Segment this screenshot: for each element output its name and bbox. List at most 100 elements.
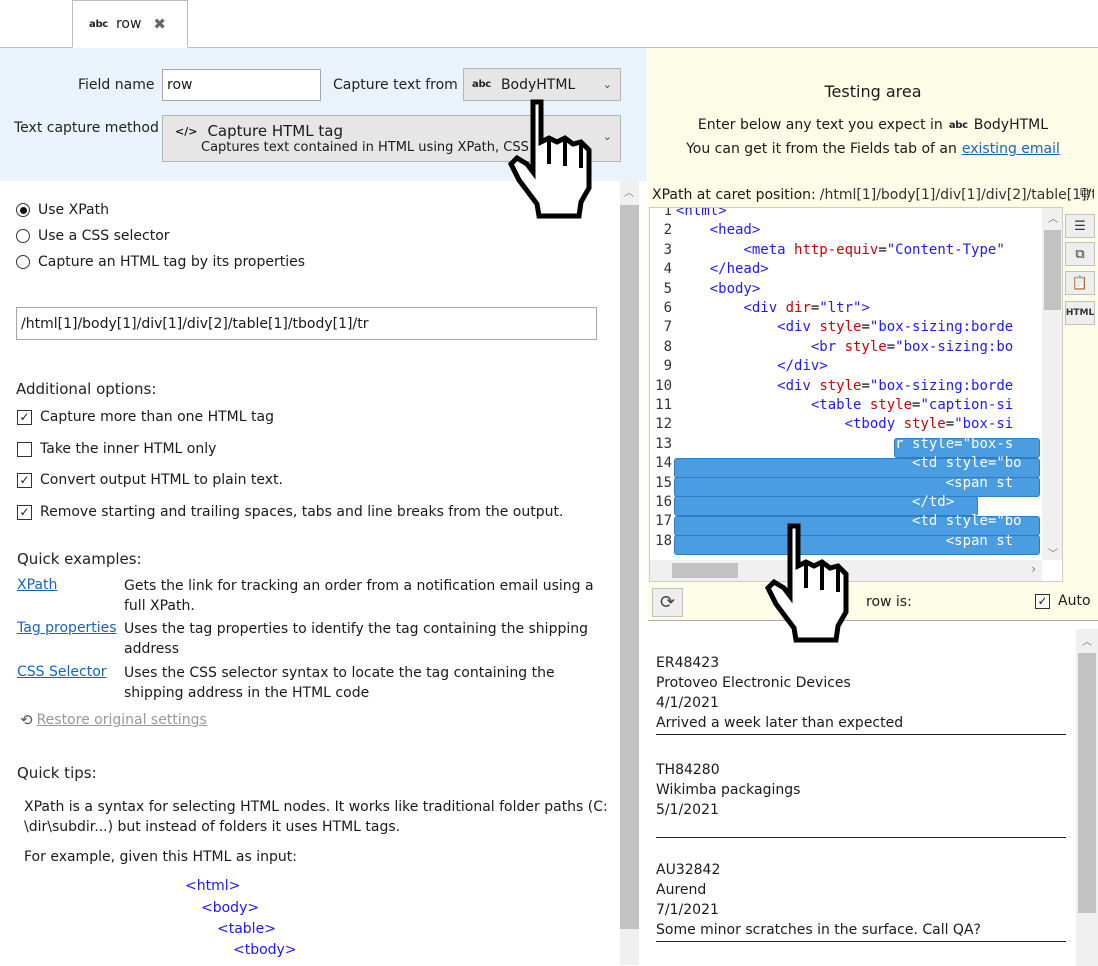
example-table-line: <table> bbox=[217, 921, 276, 937]
code-token: <tbody bbox=[844, 416, 904, 433]
close-icon[interactable]: ✖ bbox=[153, 15, 166, 33]
code-token: <body> bbox=[709, 280, 761, 297]
option-inner-html[interactable]: Take the inner HTML only bbox=[17, 441, 216, 457]
scroll-thumb[interactable] bbox=[1044, 230, 1061, 310]
method-subtitle: Captures text contained in HTML using XP… bbox=[201, 140, 529, 155]
line-number: 1 bbox=[663, 207, 672, 219]
code-token: "box-sizing:borde bbox=[869, 377, 1014, 394]
radio-tag-properties[interactable]: Capture an HTML tag by its properties bbox=[16, 254, 305, 270]
copy-icon[interactable]: ⧉ bbox=[1065, 242, 1095, 266]
line-number: 9 bbox=[663, 358, 672, 375]
radio-css-selector[interactable]: Use a CSS selector bbox=[16, 228, 170, 244]
radio-label: Use XPath bbox=[38, 202, 109, 218]
line-number: 8 bbox=[663, 338, 672, 355]
xpath-input[interactable]: /html[1]/body[1]/div[1]/div[2]/table[1]/… bbox=[16, 307, 597, 340]
line-number: 18 bbox=[655, 532, 672, 549]
tab-label: row bbox=[115, 16, 142, 32]
undo-icon: ⟲ bbox=[20, 711, 33, 729]
scroll-thumb[interactable] bbox=[620, 205, 639, 929]
code-token: st bbox=[996, 474, 1014, 491]
record-line bbox=[656, 820, 1066, 840]
option-plain-text[interactable]: ✓ Convert output HTML to plain text. bbox=[17, 472, 283, 488]
caret-label: XPath at caret position: bbox=[652, 187, 816, 203]
code-token: = bbox=[886, 338, 896, 355]
scroll-down-icon[interactable]: ﹀ bbox=[1048, 545, 1058, 560]
capture-from-value: BodyHTML bbox=[500, 76, 576, 93]
code-line: <head> bbox=[676, 222, 761, 238]
code-token: <tr bbox=[878, 435, 913, 452]
code-line: <div dir="ltr"> bbox=[676, 300, 869, 316]
editor-vscroll[interactable]: ︿ ﹀ bbox=[1042, 208, 1062, 560]
desc-line: Gets the link for tracking an order from… bbox=[124, 578, 594, 594]
paste-icon[interactable]: 📋 bbox=[1065, 271, 1095, 295]
capture-from-dropdown[interactable]: abc BodyHTML ⌄ bbox=[463, 68, 621, 101]
option-label: Capture more than one HTML tag bbox=[40, 409, 274, 425]
code-line: <table style="caption-si bbox=[676, 397, 1013, 413]
desc-line: Uses the tag properties to identify the … bbox=[124, 621, 588, 637]
code-token: <html> bbox=[676, 207, 727, 219]
restore-settings-link[interactable]: ⟲ Restore original settings bbox=[20, 711, 207, 729]
code-line: <td style="bo bbox=[676, 455, 1022, 471]
field-name-input[interactable]: row bbox=[162, 69, 321, 101]
auto-label: Auto bbox=[1058, 593, 1091, 609]
code-token: </div> bbox=[777, 358, 828, 375]
code-token: <span bbox=[945, 532, 997, 549]
result-record: TH84280 Wikimba packagings 5/1/2021 bbox=[656, 754, 1066, 838]
menu-icon[interactable]: ☰ bbox=[1065, 214, 1095, 238]
code-token: <span bbox=[945, 474, 997, 491]
code-token: "Content-Type" bbox=[886, 241, 1005, 258]
left-scrollbar[interactable]: ︿ bbox=[620, 181, 639, 965]
checkbox-checked[interactable]: ✓ bbox=[17, 504, 32, 520]
option-multiple-tags[interactable]: ✓ Capture more than one HTML tag bbox=[17, 409, 274, 425]
example-css-selector-desc: Uses the CSS selector syntax to locate t… bbox=[124, 663, 555, 703]
checkbox-unchecked[interactable] bbox=[17, 441, 32, 457]
example-tag-properties-link[interactable]: Tag properties bbox=[17, 620, 117, 636]
testing-instructions-2: You can get it from the Fields tab of an… bbox=[648, 141, 1098, 157]
radio-indicator[interactable] bbox=[16, 229, 30, 243]
instruction-field: BodyHTML bbox=[973, 117, 1049, 133]
instruction-text: Enter below any text you expect in bbox=[697, 117, 943, 133]
testing-instructions-1: Enter below any text you expect in abc B… bbox=[648, 117, 1098, 133]
radio-label: Capture an HTML tag by its properties bbox=[38, 254, 306, 270]
code-token: "box-si bbox=[954, 416, 1014, 433]
result-scrollbar[interactable]: ︿ bbox=[1076, 629, 1098, 966]
existing-email-link[interactable]: existing email bbox=[962, 141, 1060, 157]
scroll-thumb[interactable] bbox=[1078, 653, 1096, 913]
copy-icon[interactable]: ⧉ bbox=[1080, 185, 1090, 201]
example-tag-properties-desc: Uses the tag properties to identify the … bbox=[124, 619, 588, 659]
checkbox-checked[interactable]: ✓ bbox=[1035, 593, 1050, 609]
code-token: <table bbox=[810, 397, 870, 413]
testing-area-title: Testing area bbox=[824, 82, 922, 101]
html-format-button[interactable]: HTML bbox=[1065, 301, 1095, 325]
radio-indicator[interactable] bbox=[16, 255, 30, 269]
auto-checkbox[interactable]: ✓ Auto bbox=[1035, 593, 1091, 609]
code-token: = bbox=[861, 377, 870, 394]
radio-use-xpath[interactable]: Use XPath bbox=[16, 202, 109, 218]
quick-examples-title: Quick examples: bbox=[17, 550, 142, 568]
scroll-up-icon[interactable]: ︿ bbox=[1082, 633, 1092, 648]
code-line: <tbody style="box-si bbox=[676, 416, 1014, 433]
checkbox-checked[interactable]: ✓ bbox=[17, 409, 32, 425]
code-token: <td bbox=[912, 455, 946, 472]
record-line: ER48423 bbox=[656, 655, 720, 671]
record-line: TH84280 bbox=[656, 762, 720, 778]
radio-indicator[interactable] bbox=[16, 203, 30, 217]
result-record: ER48423 Protoveo Electronic Devices 4/1/… bbox=[656, 647, 1066, 735]
option-trim-spaces[interactable]: ✓ Remove starting and trailing spaces, t… bbox=[17, 504, 563, 520]
tip-line: \dir\subdir...) but instead of folders i… bbox=[24, 819, 401, 835]
scroll-thumb[interactable] bbox=[672, 563, 738, 578]
checkbox-checked[interactable]: ✓ bbox=[17, 472, 32, 488]
code-token: "bo bbox=[996, 455, 1022, 472]
refresh-icon[interactable]: ⟳ bbox=[652, 588, 683, 617]
tab-row[interactable]: abc row ✖ bbox=[72, 0, 188, 48]
example-xpath-link[interactable]: XPath bbox=[17, 577, 57, 593]
option-label: Convert output HTML to plain text. bbox=[40, 472, 283, 488]
code-token: "box-sizing:borde bbox=[869, 319, 1014, 336]
example-css-selector-link[interactable]: CSS Selector bbox=[17, 664, 107, 680]
text-field-icon: abc bbox=[948, 119, 968, 131]
scroll-up-icon[interactable]: ︿ bbox=[624, 184, 634, 199]
code-token: style bbox=[903, 416, 946, 433]
record-line: Wikimba packagings bbox=[656, 782, 801, 798]
scroll-up-icon[interactable]: ︿ bbox=[1048, 210, 1058, 225]
scroll-right-icon[interactable]: › bbox=[1031, 562, 1036, 576]
